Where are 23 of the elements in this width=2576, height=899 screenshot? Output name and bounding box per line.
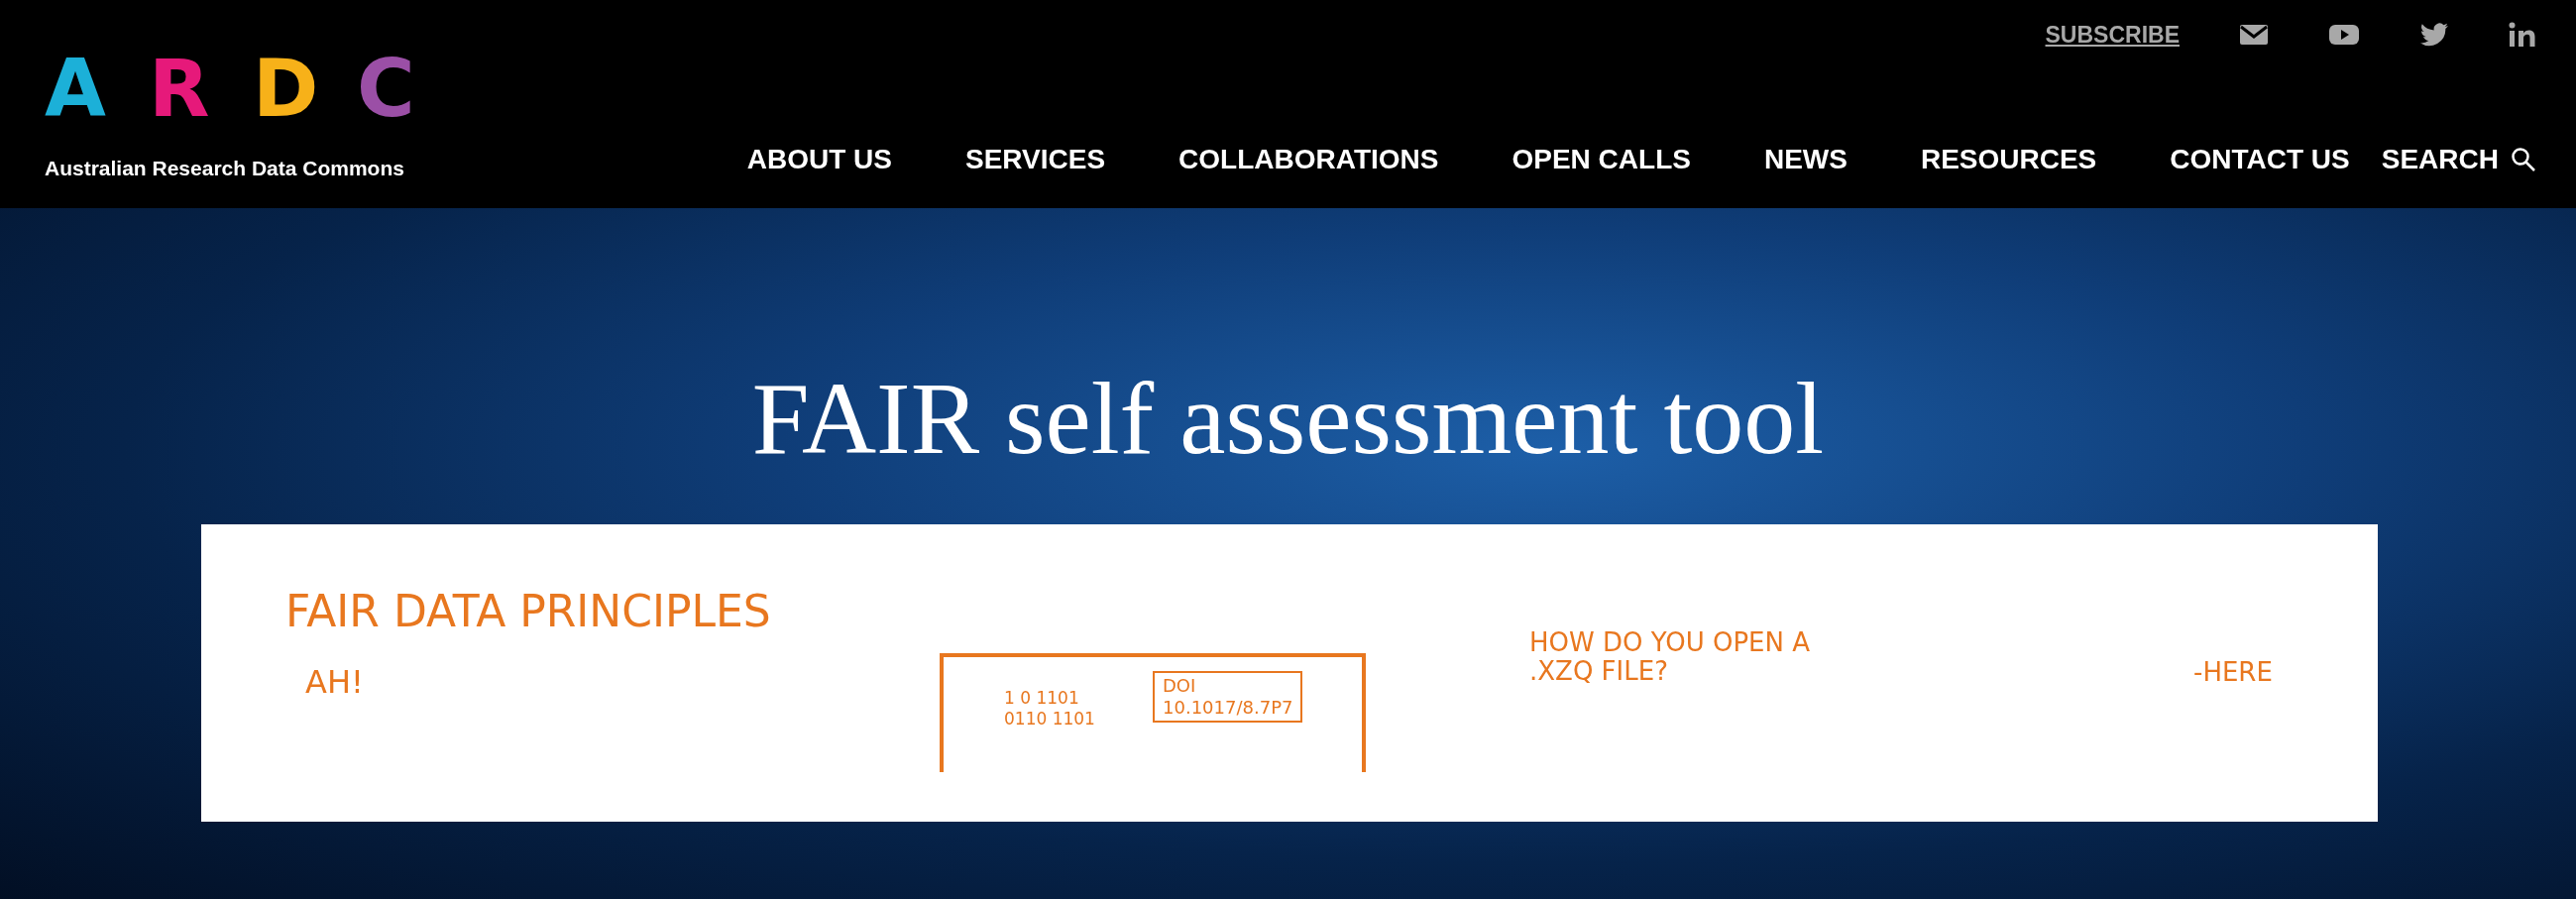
sketch-heading: FAIR DATA PRINCIPLES <box>285 585 771 639</box>
nav-link[interactable]: NEWS <box>1763 139 1848 180</box>
nav-link[interactable]: ABOUT US <box>746 139 892 180</box>
linkedin-icon[interactable] <box>2509 22 2536 49</box>
search-icon[interactable] <box>2511 147 2536 172</box>
bird-icon[interactable] <box>2419 22 2449 49</box>
logo[interactable]: A R D C <box>45 40 461 130</box>
nav-link[interactable]: SERVICES <box>965 139 1106 180</box>
nav-link[interactable]: COLLABORATIONS <box>1178 139 1439 180</box>
mail-icon[interactable] <box>2239 23 2269 48</box>
video-play-icon[interactable] <box>2328 23 2360 48</box>
subscribe-link[interactable]: SUBSCRIBE <box>2045 18 2180 53</box>
nav-link[interactable]: RESOURCES <box>1920 139 2097 180</box>
sketch-question: HOW DO YOU OPEN A .XZQ FILE? <box>1529 628 1812 686</box>
binary-digits: 1 0 1101 0110 1101 <box>1004 688 1095 730</box>
nav-link[interactable]: CONTACT US <box>2170 139 2350 180</box>
sketch-pointer: -HERE <box>2193 656 2273 690</box>
doi-label: DOI 10.1017/8.7P7 <box>1153 671 1303 723</box>
search-button[interactable]: SEARCH <box>2381 139 2499 180</box>
page-title: FAIR self assessment tool <box>750 360 1826 476</box>
nav-link[interactable]: OPEN CALLS <box>1512 139 1691 180</box>
logo-tagline: Australian Research Data Commons <box>45 156 405 182</box>
sketch-exclaim: AH! <box>305 662 364 704</box>
